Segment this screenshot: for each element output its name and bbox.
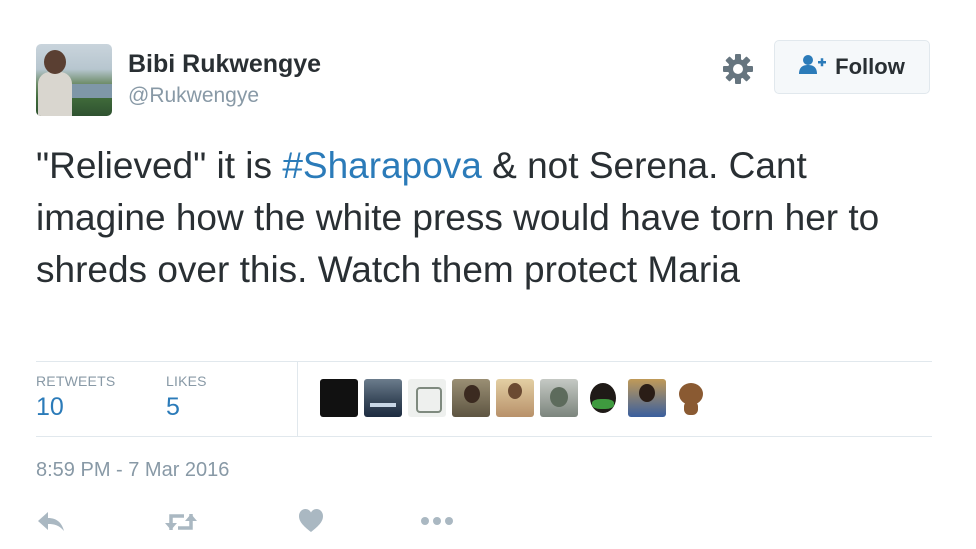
author-display-name[interactable]: Bibi Rukwengye: [128, 50, 321, 79]
avatar-person-body: [38, 72, 72, 116]
liker-avatar[interactable]: [364, 379, 402, 417]
retweet-icon[interactable]: [164, 508, 198, 541]
more-icon[interactable]: [420, 514, 454, 533]
liker-avatar[interactable]: [628, 379, 666, 417]
liker-avatar[interactable]: [408, 379, 446, 417]
tweet-actions: [36, 508, 476, 538]
tweet-text-before: "Relieved" it is: [36, 145, 283, 186]
like-icon[interactable]: [298, 508, 324, 539]
liker-avatar[interactable]: [452, 379, 490, 417]
avatar-water: [66, 84, 112, 98]
tweet-text: "Relieved" it is #Sharapova & not Serena…: [36, 140, 946, 296]
divider-top: [36, 361, 932, 362]
liker-avatar[interactable]: [496, 379, 534, 417]
liker-avatar[interactable]: [672, 379, 710, 417]
retweets-label: RETWEETS: [36, 373, 116, 389]
follow-button-label: Follow: [835, 54, 905, 79]
likes-label: LIKES: [166, 373, 207, 389]
likes-count: 5: [166, 393, 180, 421]
liker-avatar[interactable]: [584, 379, 622, 417]
likes-stat[interactable]: LIKES 5: [166, 373, 207, 422]
hashtag-link[interactable]: #Sharapova: [282, 145, 482, 186]
gear-icon[interactable]: [721, 52, 755, 86]
author-avatar[interactable]: [36, 44, 112, 116]
follow-button[interactable]: Follow: [774, 40, 930, 94]
tweet-timestamp[interactable]: 8:59 PM - 7 Mar 2016: [36, 459, 229, 482]
divider-bottom: [36, 436, 932, 437]
liker-avatar[interactable]: [320, 379, 358, 417]
stats-separator: [297, 362, 298, 436]
person-plus-icon: [799, 54, 827, 81]
avatar-person-head: [44, 50, 66, 74]
reply-icon[interactable]: [36, 508, 66, 541]
liker-avatars: [320, 379, 710, 417]
author-screen-name[interactable]: @Rukwengye: [128, 84, 259, 108]
retweets-count: 10: [36, 393, 64, 421]
liker-avatar[interactable]: [540, 379, 578, 417]
retweets-stat[interactable]: RETWEETS 10: [36, 373, 115, 422]
